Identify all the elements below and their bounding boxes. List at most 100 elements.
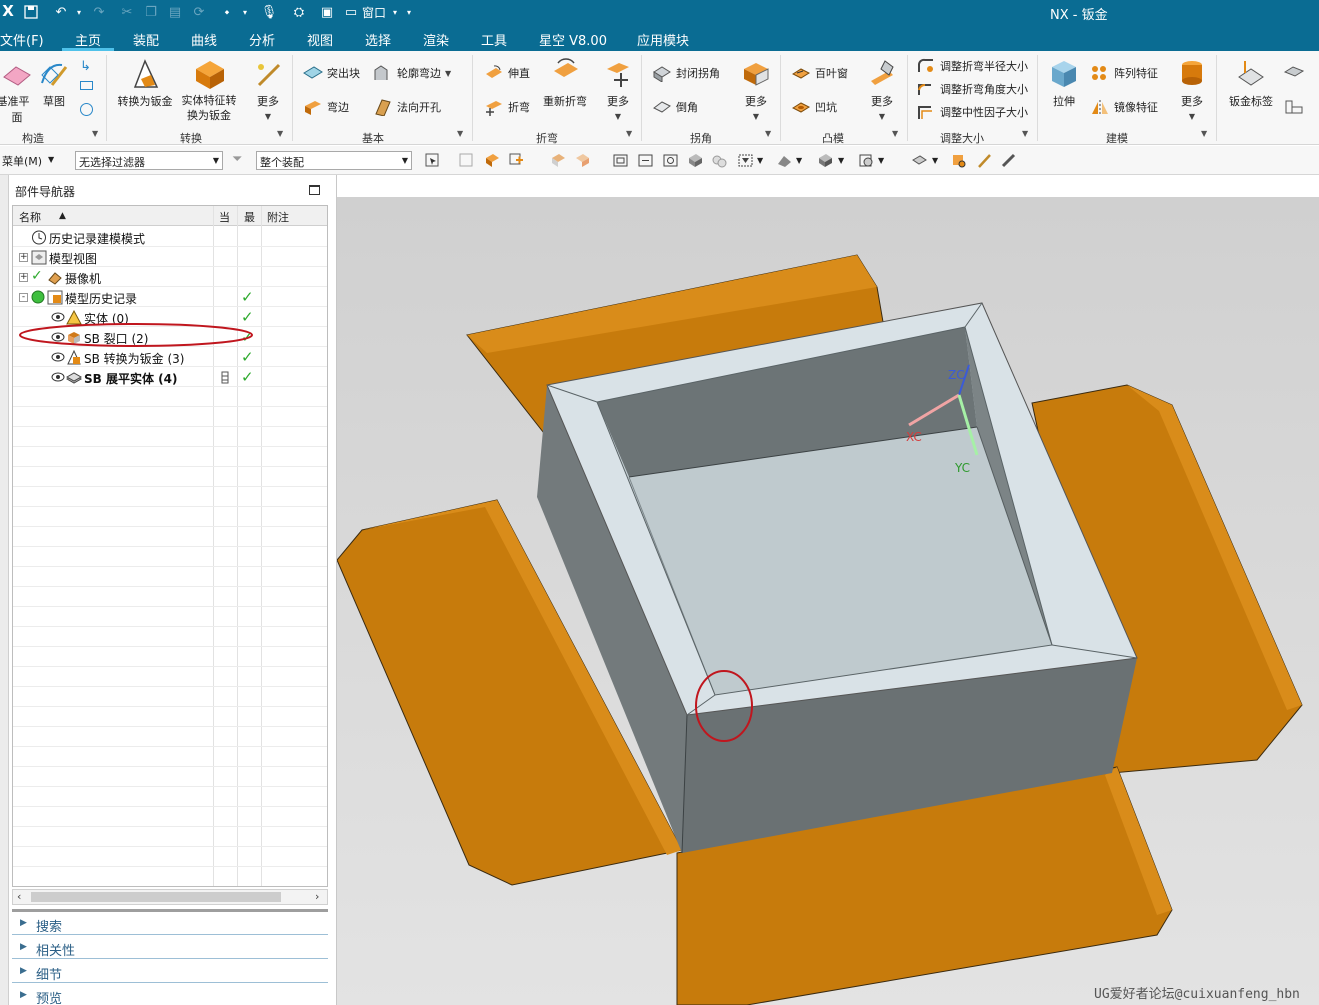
visibility-eye-icon[interactable] [51,351,65,363]
rotate-icon[interactable] [662,152,679,169]
switch-window-icon[interactable]: ▣ [318,3,336,21]
shaded-view-icon[interactable] [687,152,704,169]
tree-row[interactable]: - 模型历史记录 ✓ [13,287,327,307]
extrude-button[interactable]: 拉伸 [1045,57,1083,109]
sheetmetal-tab-button[interactable]: 钣金标签 [1225,57,1277,109]
datum-plane-button[interactable]: 基准平面 [0,57,34,125]
section-view-icon[interactable] [776,152,793,169]
column-current[interactable]: 当 [219,209,230,225]
expand-toggle-icon[interactable]: + [19,253,28,262]
tab-xingkong[interactable]: 星空 V8.00 [539,30,607,49]
camera-view-icon[interactable] [737,152,754,169]
flat-solid-icon[interactable] [1284,99,1304,115]
wireframe-view-icon[interactable] [711,152,728,169]
bend-button[interactable]: 折弯 [484,98,530,116]
redo-icon[interactable]: ↷ [90,3,108,21]
measure-icon[interactable] [1000,152,1017,169]
tree-row[interactable]: SB 裂口 (2) ✓ [13,327,327,347]
view-tool-icon[interactable]: ⛭ [290,3,308,21]
tab-select[interactable]: 选择 [365,30,391,49]
graphics-window[interactable]: ZC XC YC UG爱好者论坛@cuixuanfeng_hbn [337,175,1319,1005]
select-face-icon[interactable] [574,152,591,169]
pattern-feature-button[interactable]: 阵列特征 [1090,64,1158,82]
flat-pattern-icon[interactable] [1283,65,1305,79]
tree-row[interactable]: 历史记录建模模式 [13,227,327,247]
save-icon[interactable] [22,3,40,21]
sort-ascending-icon[interactable]: ▲ [59,211,66,221]
column-name[interactable]: 名称 [19,209,41,225]
convert-to-sheetmetal-button[interactable]: 转换为钣金 [115,57,175,109]
snap-grid-icon[interactable] [458,152,475,169]
filter-funnel-icon[interactable]: ⏷ [232,152,249,169]
contour-flange-caret-icon[interactable]: ▼ [445,69,451,78]
dimple-button[interactable]: 凹坑 [791,98,837,116]
section-view-dropdown-icon[interactable]: ▼ [796,156,813,173]
touch-dropdown-icon[interactable]: ▾ [236,3,254,21]
normal-cutout-button[interactable]: 法向开孔 [373,98,441,116]
camera-view-dropdown-icon[interactable]: ▼ [757,156,774,173]
visibility-eye-icon[interactable] [51,371,65,383]
customize-quick-access-icon[interactable]: ▾ [400,3,418,21]
tree-row[interactable]: SB 转换为钣金 (3) ✓ [13,347,327,367]
rebend-button[interactable]: 重新折弯 [541,57,589,109]
closed-corner-button[interactable]: 封闭拐角 [652,64,720,82]
mirror-feature-button[interactable]: 镜像特征 [1090,98,1158,116]
paste-icon[interactable]: ▤ [166,3,184,21]
flange-button[interactable]: 弯边 [303,98,349,116]
edge-display-dropdown-icon[interactable]: ▼ [878,156,895,173]
resize-bend-radius-button[interactable]: 调整折弯半径大小 [916,57,1028,75]
cut-icon[interactable]: ✂ [118,3,136,21]
group-basic-dropdown-icon[interactable]: ▼ [457,129,463,138]
tab-file[interactable]: 文件(F) [0,30,44,49]
group-punch-dropdown-icon[interactable]: ▼ [892,129,898,138]
group-bend-dropdown-icon[interactable]: ▼ [626,129,632,138]
panel-preview[interactable]: ▶ 预览 [12,985,328,1005]
tab-tools[interactable]: 工具 [481,30,507,49]
edge-display-icon[interactable] [858,152,875,169]
selection-scope-select[interactable]: 整个装配 ▼ [256,151,412,170]
horizontal-scrollbar[interactable]: ‹ › [12,889,328,905]
undo-icon[interactable]: ↶ [52,3,70,21]
menu-dropdown-icon[interactable]: ▼ [48,155,54,164]
convert-more-button[interactable]: 更多 ▼ [248,57,288,122]
contour-flange-button[interactable]: 轮廓弯边 ▼ [373,64,451,82]
undo-dropdown-icon[interactable]: ▾ [70,3,88,21]
copy-icon[interactable]: ❐ [142,3,160,21]
panel-dependencies[interactable]: ▶ 相关性 [12,937,328,959]
wcs-icon[interactable] [950,152,967,169]
tree-row[interactable]: + 模型视图 [13,247,327,267]
modeling-more-button[interactable]: 更多 ▼ [1173,57,1211,122]
group-resize-dropdown-icon[interactable]: ▼ [1022,129,1028,138]
column-notes[interactable]: 附注 [267,209,289,225]
select-body-icon[interactable] [550,152,567,169]
expand-toggle-icon[interactable]: + [19,273,28,282]
column-latest[interactable]: 最 [244,209,255,225]
scroll-right-icon[interactable]: › [315,890,319,903]
punch-more-button[interactable]: 更多 ▼ [864,57,900,122]
visibility-eye-icon[interactable] [51,331,65,343]
fit-view-icon[interactable] [612,152,629,169]
tree-row[interactable]: SB 展平实体 (4) ✓ [13,367,327,387]
render-style-icon[interactable] [817,152,834,169]
layer-display-icon[interactable] [911,152,928,169]
group-construct-dropdown-icon[interactable]: ▼ [92,129,98,138]
rectangle-icon[interactable] [80,81,93,90]
bend-more-button[interactable]: 更多 ▼ [600,57,636,122]
render-style-dropdown-icon[interactable]: ▼ [838,156,855,173]
scroll-left-icon[interactable]: ‹ [17,890,21,903]
window-menu[interactable]: 窗口 [362,4,386,21]
menu-button[interactable]: 菜单(M) [2,153,42,169]
tab-analysis[interactable]: 分析 [249,30,275,49]
sketch-button[interactable]: 草图 [36,57,72,109]
unbend-button[interactable]: 伸直 [484,64,530,82]
snap-point-icon[interactable] [508,152,525,169]
brush-icon[interactable] [976,152,993,169]
select-tool-icon[interactable] [424,152,441,169]
tree-row[interactable]: 实体 (0) ✓ [13,307,327,327]
chamfer-button[interactable]: 倒角 [652,98,698,116]
group-convert-dropdown-icon[interactable]: ▼ [277,129,283,138]
tab-curve[interactable]: 曲线 [191,30,217,49]
tab-assembly[interactable]: 装配 [133,30,159,49]
layer-display-dropdown-icon[interactable]: ▼ [932,156,949,173]
expand-toggle-icon[interactable]: - [19,293,28,302]
